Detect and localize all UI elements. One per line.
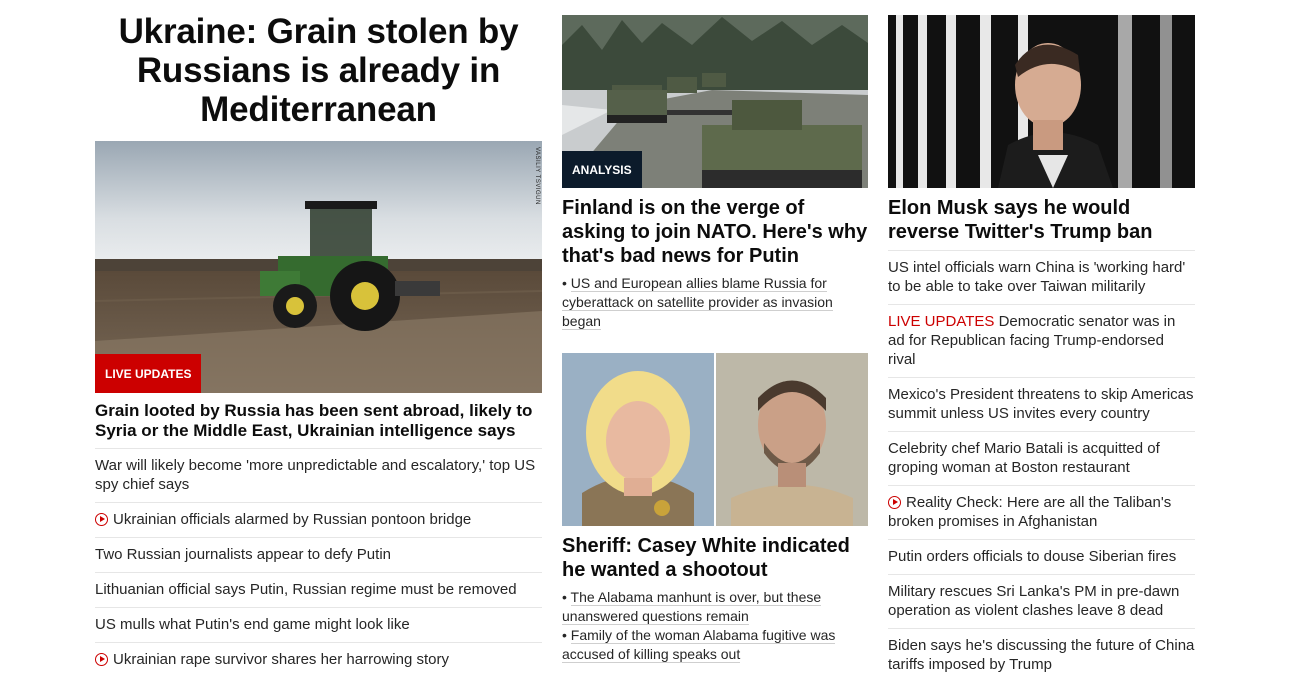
mugshots-photo[interactable] — [562, 353, 868, 526]
lead-story-headline[interactable]: Grain looted by Russia has been sent abr… — [95, 401, 542, 441]
list-item[interactable]: Ukrainian rape survivor shares her harro… — [95, 642, 542, 677]
bullet-link[interactable]: • US and European allies blame Russia fo… — [562, 274, 868, 331]
sheriff-headline[interactable]: Sheriff: Casey White indicated he wanted… — [562, 534, 868, 582]
list-item[interactable]: War will likely become 'more unpredictab… — [95, 448, 542, 502]
list-item[interactable]: Two Russian journalists appear to defy P… — [95, 537, 542, 572]
list-item[interactable]: LIVE UPDATES Democratic senator was in a… — [888, 304, 1195, 377]
analysis-badge: ANALYSIS — [562, 151, 642, 188]
sheriff-bullets: • The Alabama manhunt is over, but these… — [562, 588, 868, 664]
bullet-link[interactable]: • Family of the woman Alabama fugitive w… — [562, 626, 868, 664]
column-left: Ukraine: Grain stolen by Russians is alr… — [95, 0, 542, 677]
woman-portrait-image — [562, 353, 714, 526]
image-credit: VASILIY TSVIGUN — [534, 147, 540, 205]
list-item[interactable]: Ukrainian officials alarmed by Russian p… — [95, 502, 542, 537]
list-item[interactable]: Lithuanian official says Putin, Russian … — [95, 572, 542, 607]
tractor-photo[interactable]: VASILIY TSVIGUN LIVE UPDATES — [95, 141, 542, 393]
list-item[interactable]: Putin orders officials to douse Siberian… — [888, 539, 1195, 574]
bullet-link[interactable]: • The Alabama manhunt is over, but these… — [562, 588, 868, 626]
play-video-icon — [888, 496, 901, 509]
list-item[interactable]: Military rescues Sri Lanka's PM in pre-d… — [888, 574, 1195, 628]
musk-headline[interactable]: Elon Musk says he would reverse Twitter'… — [888, 196, 1195, 244]
story-list: War will likely become 'more unpredictab… — [95, 448, 542, 677]
list-item[interactable]: Mexico's President threatens to skip Ame… — [888, 377, 1195, 431]
finland-bullets: • US and European allies blame Russia fo… — [562, 274, 868, 331]
live-updates-badge: LIVE UPDATES — [95, 354, 202, 393]
musk-portrait-image — [888, 15, 1195, 188]
list-item[interactable]: Celebrity chef Mario Batali is acquitted… — [888, 431, 1195, 485]
live-updates-label: LIVE UPDATES — [888, 313, 995, 330]
list-item[interactable]: US intel officials warn China is 'workin… — [888, 250, 1195, 304]
play-video-icon — [95, 513, 108, 526]
column-right: Elon Musk says he would reverse Twitter'… — [888, 0, 1195, 682]
column-middle: ANALYSIS Finland is on the verge of aski… — [562, 0, 868, 664]
list-item[interactable]: US mulls what Putin's end game might loo… — [95, 607, 542, 642]
top-headline[interactable]: Ukraine: Grain stolen by Russians is alr… — [95, 12, 542, 129]
finland-headline[interactable]: Finland is on the verge of asking to joi… — [562, 196, 868, 268]
list-item[interactable]: Biden says he's discussing the future of… — [888, 628, 1195, 682]
man-portrait-image — [716, 353, 868, 526]
story-list: US intel officials warn China is 'workin… — [888, 250, 1195, 682]
play-video-icon — [95, 653, 108, 666]
tanks-photo[interactable]: ANALYSIS — [562, 15, 868, 188]
musk-photo[interactable] — [888, 15, 1195, 188]
list-item[interactable]: Reality Check: Here are all the Taliban'… — [888, 485, 1195, 539]
